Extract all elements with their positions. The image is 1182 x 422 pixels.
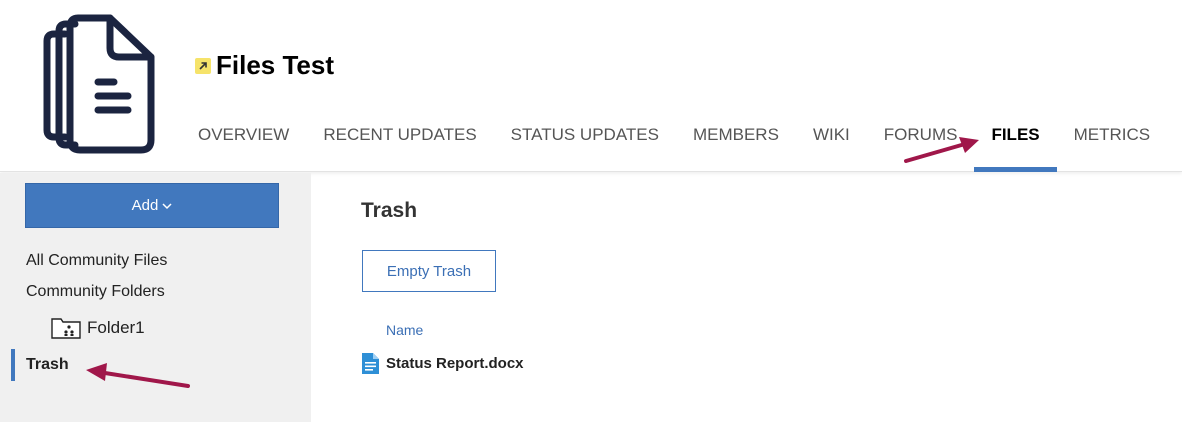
community-title-row: Files Test: [195, 50, 334, 81]
tab-members[interactable]: MEMBERS: [676, 111, 796, 172]
tab-files[interactable]: FILES: [974, 111, 1057, 172]
shared-folder-icon: [51, 318, 81, 339]
community-header: Files Test OVERVIEW RECENT UPDATES STATU…: [0, 0, 1182, 172]
empty-trash-button[interactable]: Empty Trash: [362, 250, 496, 292]
files-sidebar: Add All Community Files Community Folder…: [0, 173, 311, 422]
page-title: Trash: [361, 199, 418, 222]
tab-wiki[interactable]: WIKI: [796, 111, 867, 172]
tab-metrics[interactable]: METRICS: [1057, 111, 1168, 172]
sidebar-item-all-community-files[interactable]: All Community Files: [26, 252, 167, 270]
community-title: Files Test: [216, 50, 335, 80]
sidebar-item-trash[interactable]: Trash: [11, 349, 301, 381]
external-link-icon[interactable]: [195, 57, 211, 74]
add-button-label: Add: [131, 197, 159, 214]
files-stack-icon: [43, 14, 155, 154]
column-header-name[interactable]: Name: [386, 322, 423, 338]
tab-recent-updates[interactable]: RECENT UPDATES: [306, 111, 493, 172]
file-row[interactable]: Status Report.docx: [362, 353, 524, 374]
tab-forums[interactable]: FORUMS: [867, 111, 975, 172]
folder1-label: Folder1: [87, 318, 145, 337]
tab-overview[interactable]: OVERVIEW: [181, 111, 306, 172]
sidebar-item-community-folders[interactable]: Community Folders: [26, 283, 165, 301]
community-nav: OVERVIEW RECENT UPDATES STATUS UPDATES M…: [181, 111, 1167, 172]
tab-status-updates[interactable]: STATUS UPDATES: [494, 111, 676, 172]
sidebar-item-folder1[interactable]: Folder1: [51, 317, 145, 339]
add-button[interactable]: Add: [25, 183, 279, 228]
selected-indicator: [11, 349, 15, 381]
chevron-down-icon: [162, 201, 172, 213]
file-name[interactable]: Status Report.docx: [386, 355, 524, 372]
trash-label: Trash: [26, 356, 69, 373]
document-icon: [362, 353, 379, 374]
